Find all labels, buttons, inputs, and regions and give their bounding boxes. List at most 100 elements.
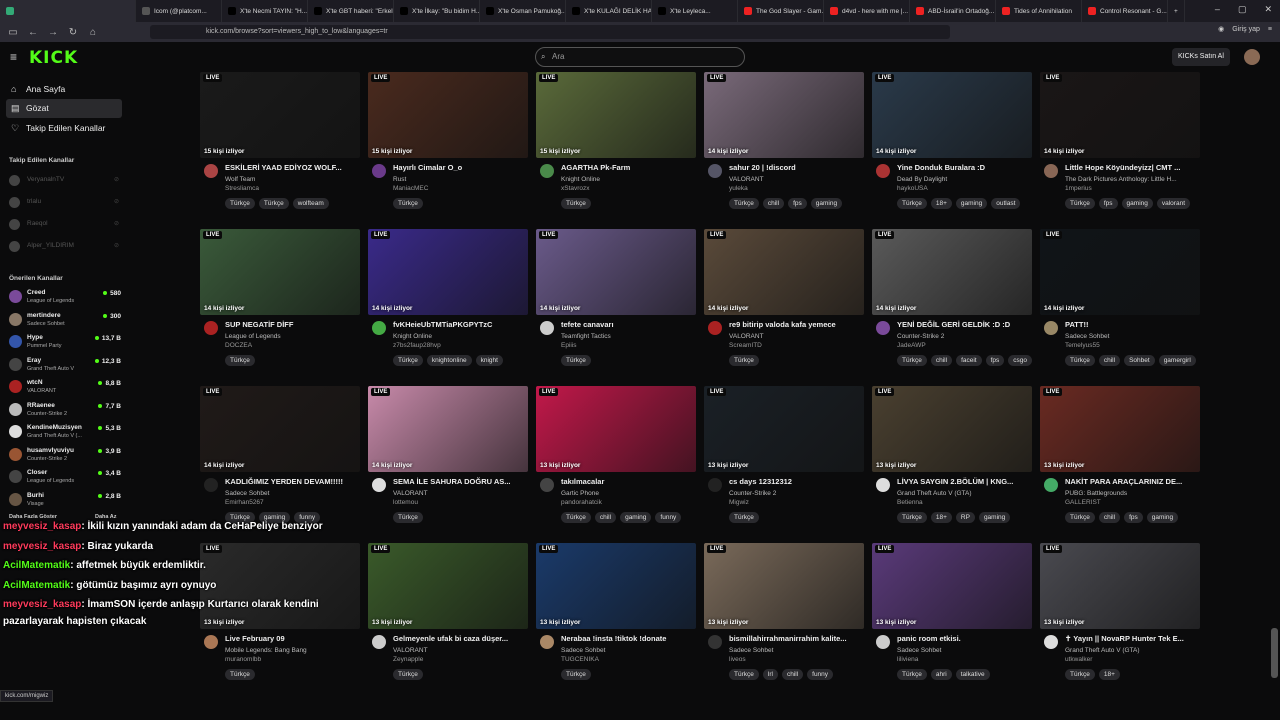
- followed-channel[interactable]: trlalu ⊘: [9, 195, 119, 209]
- recommended-channel[interactable]: Closer League of Legends 3,4 B: [9, 467, 121, 487]
- stream-category[interactable]: Knight Online: [561, 176, 696, 183]
- stream-thumbnail[interactable]: LIVE 14 kişi izliyor: [704, 229, 864, 315]
- stream-title[interactable]: ✝ Yayın || NovaRP Hunter Tek E...: [1065, 634, 1200, 643]
- stream-category[interactable]: Counter-Strike 2: [729, 490, 864, 497]
- stream-thumbnail[interactable]: LIVE 13 kişi izliyor: [872, 543, 1032, 629]
- tag-chip[interactable]: gaming: [978, 512, 1011, 523]
- stream-title[interactable]: LİVYA SAYGIN 2.BÖLÜM | KNG...: [897, 477, 1032, 486]
- tag-chip[interactable]: Türkçe: [225, 355, 255, 366]
- home-icon[interactable]: ⌂: [86, 27, 100, 38]
- tag-chip[interactable]: lrl: [762, 669, 778, 680]
- channel-name[interactable]: Stresliamca: [225, 185, 360, 192]
- channel-name[interactable]: haykoUSA: [897, 185, 1032, 192]
- stream-title[interactable]: bismillahirrahmanirrahim kalite...: [729, 634, 864, 643]
- hamburger-icon[interactable]: ≡: [10, 50, 17, 64]
- tag-chip[interactable]: Türkçe: [561, 669, 591, 680]
- tag-chip[interactable]: 18+: [1098, 669, 1120, 680]
- stream-thumbnail[interactable]: LIVE 14 kişi izliyor: [368, 229, 528, 315]
- stream-title[interactable]: Live February 09: [225, 634, 360, 643]
- maximize-icon[interactable]: ▢: [1238, 4, 1247, 15]
- url-field[interactable]: kick.com/browse?sort=viewers_high_to_low…: [150, 25, 950, 39]
- avatar[interactable]: [708, 478, 722, 492]
- stream-thumbnail[interactable]: LIVE 15 kişi izliyor: [536, 72, 696, 158]
- tag-chip[interactable]: gaming: [1121, 198, 1153, 209]
- avatar[interactable]: [204, 321, 218, 335]
- stream-thumbnail[interactable]: LIVE 13 kişi izliyor: [536, 386, 696, 472]
- stream-category[interactable]: The Dark Pictures Anthology: Little H...: [1065, 176, 1200, 183]
- stream-category[interactable]: Rust: [393, 176, 528, 183]
- stream-card[interactable]: LIVE 14 kişi izliyor YENİ DEĞİL GERİ GELDİ…: [872, 229, 1033, 379]
- avatar[interactable]: [1044, 321, 1058, 335]
- stream-card[interactable]: LIVE 13 kişi izliyor Nerabaa !insta !tikto…: [536, 543, 696, 693]
- search-input[interactable]: ⌕ Ara: [535, 47, 745, 67]
- stream-card[interactable]: LIVE 13 kişi izliyor takılmacalar Gartic Ph…: [536, 386, 696, 536]
- stream-category[interactable]: Grand Theft Auto V (GTA): [897, 490, 1032, 497]
- channel-name[interactable]: TUGCENIKA: [561, 656, 696, 663]
- avatar[interactable]: [1044, 164, 1058, 178]
- stream-title[interactable]: PATT!!: [1065, 320, 1200, 329]
- stream-title[interactable]: ESKİLERİ YAAD EDİYOZ WOLF...: [225, 163, 360, 172]
- stream-card[interactable]: LIVE 14 kişi izliyor Yine Donduk Buralara …: [872, 72, 1032, 222]
- recommended-channel[interactable]: Eray Grand Theft Auto V 12,3 B: [9, 355, 121, 375]
- avatar[interactable]: [708, 164, 722, 178]
- stream-title[interactable]: SUP NEGATİF DİFF: [225, 320, 360, 329]
- tag-chip[interactable]: Türkçe: [729, 669, 759, 680]
- avatar[interactable]: [540, 164, 554, 178]
- recommended-channel[interactable]: KendineMuzisyen Grand Theft Auto V (... 5,…: [9, 422, 121, 442]
- stream-title[interactable]: takılmacalar: [561, 477, 696, 486]
- avatar[interactable]: [1044, 478, 1058, 492]
- avatar[interactable]: [708, 321, 722, 335]
- stream-thumbnail[interactable]: LIVE 13 kişi izliyor: [704, 386, 864, 472]
- sidebar-toggle-icon[interactable]: ▭: [6, 27, 20, 38]
- stream-title[interactable]: sahur 20 | !discord: [729, 163, 864, 172]
- tag-chip[interactable]: fps: [985, 355, 1005, 366]
- tag-chip[interactable]: ahri: [930, 669, 952, 680]
- stream-thumbnail[interactable]: LIVE 14 kişi izliyor: [1040, 229, 1200, 315]
- stream-title[interactable]: cs days 12312312: [729, 477, 864, 486]
- stream-title[interactable]: panic room etkisi.: [897, 634, 1032, 643]
- stream-category[interactable]: Sadece Sohbet: [897, 647, 1032, 654]
- tag-chip[interactable]: Türkçe: [1065, 355, 1095, 366]
- stream-thumbnail[interactable]: LIVE 14 kişi izliyor: [704, 72, 864, 158]
- stream-category[interactable]: VALORANT: [729, 333, 864, 340]
- buy-kicks-button[interactable]: KICKs Satın Al: [1172, 48, 1230, 66]
- stream-thumbnail[interactable]: LIVE 13 kişi izliyor: [1040, 543, 1200, 629]
- stream-card[interactable]: LIVE 13 kişi izliyor Gelmeyenle ufak bi ca…: [368, 543, 528, 693]
- browser-tab[interactable]: d4vd - here with me |...: [824, 0, 910, 22]
- stream-title[interactable]: tefete canavarı: [561, 320, 696, 329]
- channel-name[interactable]: 1mperius: [1065, 185, 1200, 192]
- forward-icon[interactable]: →: [46, 27, 60, 38]
- stream-category[interactable]: Sadece Sohbet: [225, 490, 360, 497]
- user-avatar[interactable]: [1244, 49, 1260, 65]
- stream-title[interactable]: Little Hope Köyündeyizz| CMT ...: [1065, 163, 1200, 172]
- recommended-channel[interactable]: Burhi Visage 2,8 B: [9, 490, 121, 510]
- avatar[interactable]: [204, 635, 218, 649]
- stream-thumbnail[interactable]: LIVE 14 kişi izliyor: [200, 229, 360, 315]
- browser-tab[interactable]: Icom (@platcom...: [136, 0, 222, 22]
- channel-name[interactable]: Betienna: [897, 499, 1032, 506]
- channel-name[interactable]: liliviena: [897, 656, 1032, 663]
- avatar[interactable]: [540, 321, 554, 335]
- avatar[interactable]: [372, 321, 386, 335]
- stream-category[interactable]: Teamfight Tactics: [561, 333, 696, 340]
- tag-chip[interactable]: funny: [655, 512, 682, 523]
- channel-name[interactable]: pandorahatcik: [561, 499, 696, 506]
- sidebar-item-home[interactable]: ⌂ Ana Sayfa: [6, 80, 122, 99]
- tag-chip[interactable]: chill: [594, 512, 617, 523]
- stream-thumbnail[interactable]: LIVE 14 kişi izliyor: [536, 229, 696, 315]
- stream-category[interactable]: Sadece Sohbet: [1065, 333, 1200, 340]
- stream-title[interactable]: Yine Donduk Buralara :D: [897, 163, 1032, 172]
- stream-title[interactable]: fvKHeieUbTMTiaPKGPYTzC: [393, 320, 528, 329]
- browser-tab[interactable]: [0, 0, 136, 22]
- stream-category[interactable]: Knight Online: [393, 333, 528, 340]
- channel-name[interactable]: yuleka: [729, 185, 864, 192]
- tag-chip[interactable]: Türkçe: [1065, 198, 1095, 209]
- tag-chip[interactable]: gaming: [620, 512, 652, 523]
- avatar[interactable]: [372, 164, 386, 178]
- tag-chip[interactable]: RP: [955, 512, 975, 523]
- stream-card[interactable]: LIVE 13 kişi izliyor cs days 12312312 Count…: [704, 386, 864, 536]
- channel-name[interactable]: JadeAWP: [897, 342, 1032, 349]
- avatar[interactable]: [540, 635, 554, 649]
- stream-card[interactable]: LIVE 13 kişi izliyor ✝ Yayın || NovaRP Hun…: [1040, 543, 1200, 693]
- stream-thumbnail[interactable]: LIVE 15 kişi izliyor: [368, 72, 528, 158]
